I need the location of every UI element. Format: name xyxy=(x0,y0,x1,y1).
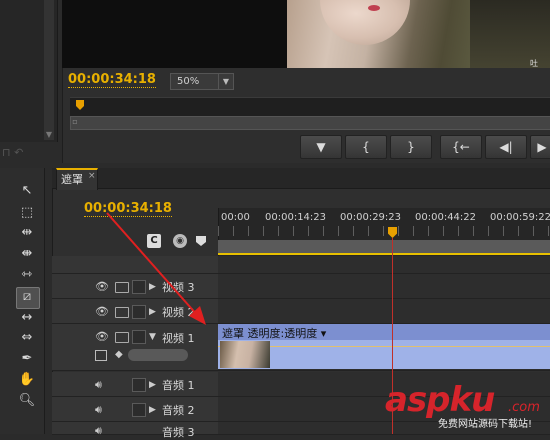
site-watermark-tagline: 免费网站源码下载站! xyxy=(438,419,533,430)
annotation-arrow xyxy=(106,212,206,325)
site-watermark-tld: .com xyxy=(508,400,540,415)
site-watermark: aspku xyxy=(385,380,495,420)
